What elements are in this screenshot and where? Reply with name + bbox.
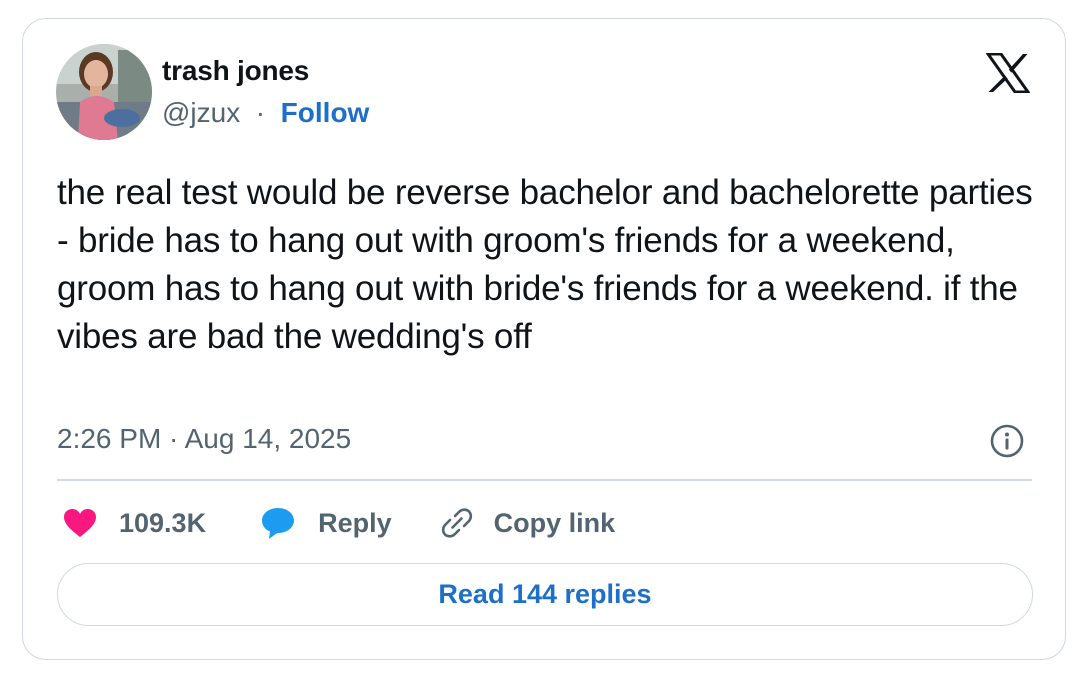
author-handle[interactable]: @jzux [162,97,240,128]
copy-link-button[interactable]: Copy link [440,506,616,540]
reply-label: Reply [318,507,392,538]
follow-link[interactable]: Follow [281,97,370,128]
info-icon[interactable] [989,423,1025,459]
copy-link-label: Copy link [493,507,616,538]
link-icon [441,508,472,538]
heart-icon [64,509,96,537]
read-replies-button[interactable]: Read 144 replies [57,563,1033,626]
author-name[interactable]: trash jones [162,55,309,87]
x-logo-icon[interactable] [985,52,1031,94]
tweet-card: trash jones @jzux · Follow the real test… [22,18,1066,660]
like-button[interactable]: 109.3K [63,508,206,539]
author-handle-row: @jzux · Follow [162,97,369,129]
speech-bubble-icon [262,508,295,539]
avatar[interactable] [56,44,152,140]
divider [57,479,1032,481]
tweet-timestamp[interactable]: 2:26 PM · Aug 14, 2025 [57,423,351,455]
tweet-text: the real test would be reverse bachelor … [57,173,1033,356]
action-bar: 109.3K Reply Copy link [63,503,615,543]
reply-button[interactable]: Reply [260,506,392,540]
like-count: 109.3K [119,507,207,538]
handle-separator: · [248,97,273,128]
